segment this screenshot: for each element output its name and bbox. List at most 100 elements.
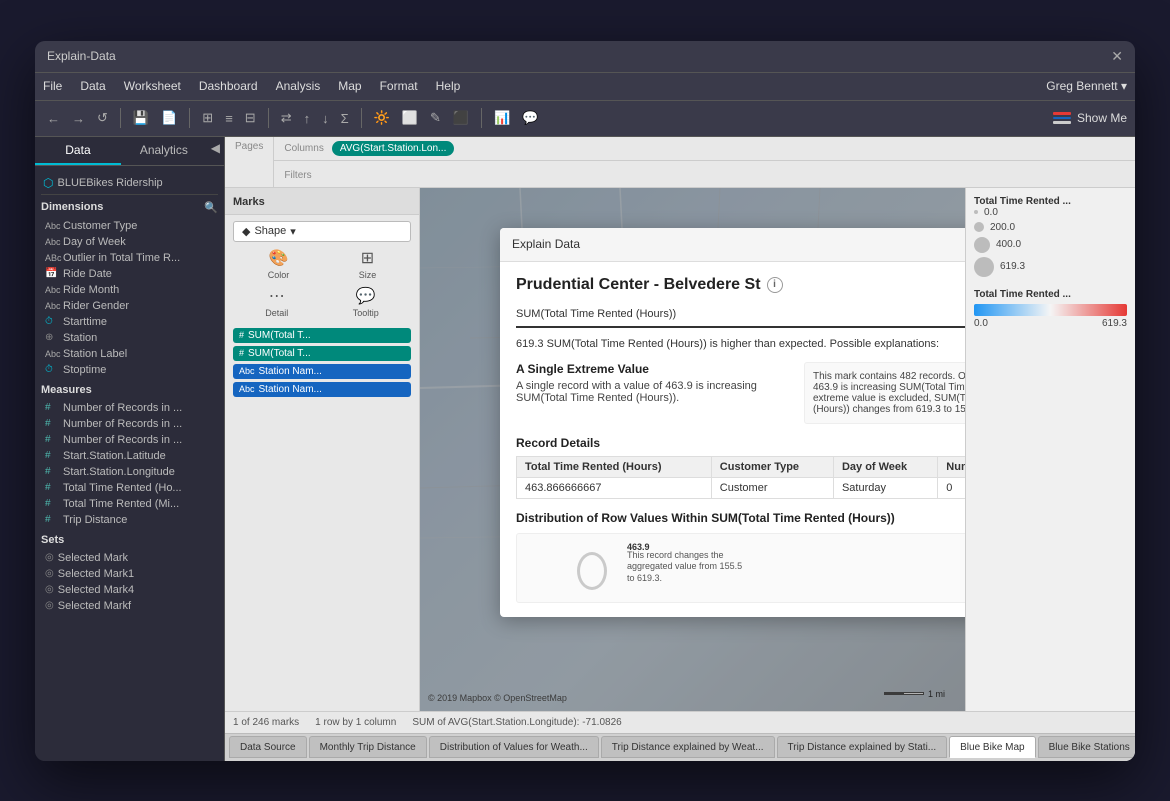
meas-total-hours[interactable]: # Total Time Rented (Ho... [41, 480, 218, 496]
edit-button[interactable]: ✎ [426, 108, 445, 128]
canvas-area: Pages Columns AVG(Start.Station.Lon... F… [225, 137, 1135, 761]
field-pill-sum-total-2[interactable]: # SUM(Total T... [233, 346, 411, 361]
field-pill-station-2[interactable]: Abc Station Nam... [233, 382, 411, 397]
dim-stoptime[interactable]: ⏱ Stoptime [41, 362, 218, 378]
dim-station-label[interactable]: Abc Station Label [41, 346, 218, 362]
column-pill[interactable]: AVG(Start.Station.Lon... [332, 141, 455, 156]
menu-help[interactable]: Help [436, 79, 461, 93]
highlight-button[interactable]: 🔆 [370, 108, 394, 128]
abc-icon: Abc [45, 237, 59, 247]
view-detail-button[interactable]: ⊟ [241, 108, 260, 128]
tab-blue-bike-map[interactable]: Blue Bike Map [949, 736, 1035, 758]
marks-panel: Marks ◆ Shape ▾ 🎨 Color [225, 188, 420, 711]
show-me-label[interactable]: Show Me [1077, 111, 1127, 125]
dim-day-of-week[interactable]: Abc Day of Week [41, 234, 218, 250]
tab-trip-weather[interactable]: Trip Distance explained by Weat... [601, 736, 775, 758]
label-button[interactable]: ⬜ [398, 108, 422, 128]
size-btn[interactable]: ⊞ Size [359, 248, 377, 280]
tab-trip-station[interactable]: Trip Distance explained by Stati... [777, 736, 948, 758]
tooltip-button[interactable]: 💬 [518, 108, 542, 128]
sum-tab[interactable]: SUM(Total Time Rented (Hours)) [516, 304, 965, 328]
sum-button[interactable]: Σ [337, 109, 353, 128]
color-icon: 🎨 [269, 248, 289, 268]
sort-desc-button[interactable]: ↓ [318, 109, 333, 128]
meas-total-miles[interactable]: # Total Time Rented (Mi... [41, 496, 218, 512]
set-selected-mark[interactable]: ◎ Selected Mark [41, 550, 218, 566]
size-legend: Total Time Rented ... 0.0 200.0 [974, 196, 1127, 277]
dim-outlier[interactable]: ABc Outlier in Total Time R... [41, 250, 218, 266]
dim-ride-date[interactable]: 📅 Ride Date [41, 266, 218, 282]
legend-panel: Total Time Rented ... 0.0 200.0 [965, 188, 1135, 711]
tab-blue-bike-stations[interactable]: Blue Bike Stations [1038, 736, 1135, 758]
status-sum: SUM of AVG(Start.Station.Longitude): -71… [412, 717, 621, 728]
menu-format[interactable]: Format [380, 79, 418, 93]
menu-dashboard[interactable]: Dashboard [199, 79, 258, 93]
tab-data[interactable]: Data [35, 137, 121, 165]
sidebar-tabs: Data Analytics ◀ [35, 137, 224, 166]
forward-button[interactable]: → [68, 109, 89, 128]
tab-data-source[interactable]: Data Source [229, 736, 307, 758]
menu-file[interactable]: File [43, 79, 62, 93]
view-grid-button[interactable]: ⊞ [198, 108, 217, 128]
view-list-button[interactable]: ≡ [221, 109, 237, 128]
save-button[interactable]: 💾 [129, 108, 153, 128]
user-label[interactable]: Greg Bennett ▾ [1046, 79, 1127, 93]
sort-asc-button[interactable]: ↑ [300, 109, 315, 128]
field-pill-station-1[interactable]: Abc Station Nam... [233, 364, 411, 379]
col-header-day: Day of Week [833, 456, 937, 477]
meas-lat[interactable]: # Start.Station.Latitude [41, 448, 218, 464]
tab-analytics[interactable]: Analytics [121, 137, 207, 165]
meas-records-1[interactable]: # Number of Records in ... [41, 400, 218, 416]
abc-icon: Abc [45, 221, 59, 231]
measure-icon: # [45, 498, 59, 509]
back-button[interactable]: ← [43, 109, 64, 128]
format-button[interactable]: ⬛ [449, 108, 473, 128]
meas-records-2[interactable]: # Number of Records in ... [41, 416, 218, 432]
menu-worksheet[interactable]: Worksheet [124, 79, 181, 93]
measure-icon: # [45, 514, 59, 525]
reload-button[interactable]: ↺ [93, 108, 112, 128]
record-table: Total Time Rented (Hours) Customer Type … [516, 456, 965, 499]
dist-annotation-text: This record changes theaggregated value … [627, 550, 742, 585]
set-selected-markf[interactable]: ◎ Selected Markf [41, 598, 218, 614]
marks-type-btn[interactable]: ◆ Shape ▾ [233, 221, 411, 242]
meas-lon[interactable]: # Start.Station.Longitude [41, 464, 218, 480]
tooltip-btn[interactable]: 💬 Tooltip [353, 286, 379, 318]
set-icon: ◎ [45, 600, 54, 611]
chart-button[interactable]: 📊 [490, 108, 514, 128]
sidebar-collapse-button[interactable]: ◀ [207, 137, 224, 165]
dim-ride-month[interactable]: Abc Ride Month [41, 282, 218, 298]
set-selected-mark1[interactable]: ◎ Selected Mark1 [41, 566, 218, 582]
field-pill-sum-total-1[interactable]: # SUM(Total T... [233, 328, 411, 343]
explanation-text: 619.3 SUM(Total Time Rented (Hours)) is … [516, 338, 965, 350]
dim-customer-type[interactable]: Abc Customer Type [41, 218, 218, 234]
search-dimensions-icon[interactable]: 🔍 [204, 201, 218, 214]
pages-label: Pages [235, 141, 263, 152]
tab-distribution[interactable]: Distribution of Values for Weath... [429, 736, 599, 758]
meas-records-3[interactable]: # Number of Records in ... [41, 432, 218, 448]
dim-starttime[interactable]: ⏱ Starttime [41, 314, 218, 330]
swap-button[interactable]: ⇄ [277, 108, 296, 128]
menu-map[interactable]: Map [338, 79, 361, 93]
close-button[interactable]: ✕ [1111, 48, 1123, 65]
set-icon: ◎ [45, 552, 54, 563]
set-selected-mark4[interactable]: ◎ Selected Mark4 [41, 582, 218, 598]
modal-header: Explain Data ✕ [500, 228, 965, 262]
tab-monthly-trip[interactable]: Monthly Trip Distance [309, 736, 427, 758]
info-icon[interactable]: i [767, 277, 783, 293]
legend-circle-medium [974, 222, 984, 232]
dim-rider-gender[interactable]: Abc Rider Gender [41, 298, 218, 314]
menu-analysis[interactable]: Analysis [276, 79, 321, 93]
field-pills: # SUM(Total T... # SUM(Total T... Abc St… [225, 324, 419, 404]
menu-data[interactable]: Data [80, 79, 105, 93]
size-legend-circles: 0.0 200.0 400.0 [974, 207, 1127, 277]
map-view[interactable]: TOWN oston SOUT⬡ END. Chelsea St Maveri … [420, 188, 965, 711]
size-legend-title: Total Time Rented ... [974, 196, 1127, 207]
color-btn[interactable]: 🎨 Color [268, 248, 290, 280]
explanation-left: A Single Extreme Value A single record w… [516, 362, 788, 424]
save-as-button[interactable]: 📄 [157, 108, 181, 128]
dim-station[interactable]: ⊕ Station [41, 330, 218, 346]
detail-btn[interactable]: ⋯ Detail [265, 286, 288, 318]
meas-trip-dist[interactable]: # Trip Distance [41, 512, 218, 528]
color-legend-bar [974, 304, 1127, 316]
